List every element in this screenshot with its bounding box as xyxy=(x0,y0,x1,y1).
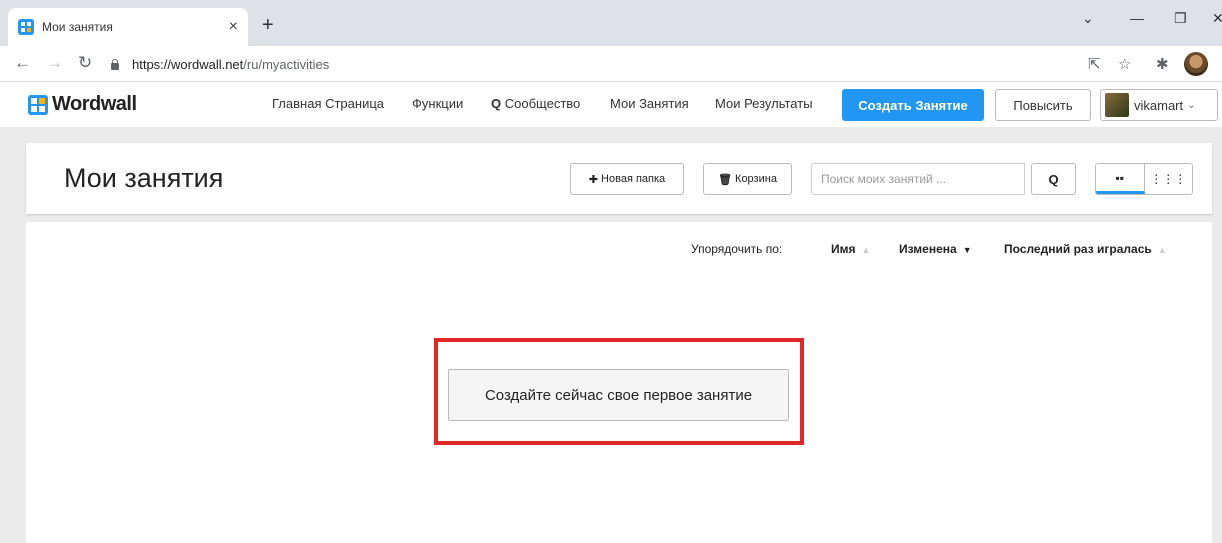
wordwall-favicon-icon xyxy=(18,19,34,35)
search-icon: Q xyxy=(1048,171,1059,187)
sort-up-icon: ▲ xyxy=(861,245,871,255)
view-toggle: ▪▪ ⋮⋮⋮ xyxy=(1095,163,1193,195)
nav-home[interactable]: Главная Страница xyxy=(272,96,384,111)
new-folder-button[interactable]: ✚ Новая папка xyxy=(570,163,684,195)
search-icon: Q xyxy=(491,96,502,111)
nav-community[interactable]: Q Сообщество xyxy=(491,96,580,111)
new-tab-icon[interactable]: + xyxy=(262,14,274,37)
chevron-down-icon: ⌄ xyxy=(1187,99,1196,111)
back-icon[interactable]: ← xyxy=(14,53,31,73)
activities-header-card: Мои занятия ✚ Новая папка 🗑 Корзина Поис… xyxy=(26,143,1212,214)
minimize-icon[interactable]: — xyxy=(1130,10,1144,26)
user-menu[interactable]: vikamart ⌄ xyxy=(1100,89,1218,121)
create-first-activity-button[interactable]: Создайте сейчас свое первое занятие xyxy=(448,369,789,421)
restore-icon[interactable]: ❐ xyxy=(1174,10,1187,27)
trash-button[interactable]: 🗑 Корзина xyxy=(703,163,792,195)
close-tab-icon[interactable]: × xyxy=(229,18,238,36)
browser-toolbar: ← → ↻ https://wordwall.net /ru/myactivit… xyxy=(0,46,1222,82)
url-host: https://wordwall.net xyxy=(132,56,244,72)
extensions-icon[interactable]: ✱ xyxy=(1156,55,1169,73)
grid-small-icon: ⋮⋮⋮ xyxy=(1150,172,1187,186)
reload-icon[interactable]: ↻ xyxy=(78,53,92,73)
trash-icon: 🗑 xyxy=(718,173,733,186)
grid-large-icon: ▪▪ xyxy=(1115,170,1124,185)
avatar xyxy=(1105,93,1129,117)
site-header: Wordwall Главная Страница Функции Q Сооб… xyxy=(0,82,1222,127)
sort-by-name[interactable]: Имя ▲ xyxy=(831,242,870,256)
chevron-down-icon[interactable]: ⌄ xyxy=(1082,10,1094,27)
nav-my-results[interactable]: Мои Результаты xyxy=(715,96,813,111)
wordwall-logo-icon xyxy=(28,94,48,115)
sort-by-last-played[interactable]: Последний раз игралась ▲ xyxy=(1004,242,1167,256)
lock-icon xyxy=(110,58,120,70)
url-path: /ru/myactivities xyxy=(243,56,330,72)
share-icon[interactable]: ⇱ xyxy=(1088,55,1101,73)
plus-icon: ✚ xyxy=(588,173,599,186)
upgrade-button[interactable]: Повысить xyxy=(995,89,1091,121)
create-activity-button[interactable]: Создать Занятие xyxy=(842,89,984,121)
browser-tabstrip: Мои занятия × + ⌄ — ❐ ✕ xyxy=(0,0,1222,46)
search-input[interactable]: Поиск моих занятий ... xyxy=(811,163,1025,195)
close-window-icon[interactable]: ✕ xyxy=(1212,10,1222,27)
nav-my-activities[interactable]: Мои Занятия xyxy=(610,96,689,111)
forward-icon[interactable]: → xyxy=(46,53,63,73)
large-grid-view-button[interactable]: ▪▪ xyxy=(1096,164,1145,194)
username: vikamart xyxy=(1134,97,1184,113)
sort-label: Упорядочить по: xyxy=(691,242,783,256)
wordwall-logo[interactable]: Wordwall xyxy=(28,93,137,116)
bookmark-star-icon[interactable]: ☆ xyxy=(1118,55,1131,73)
page-title: Мои занятия xyxy=(64,163,224,193)
browser-profile-avatar[interactable] xyxy=(1184,52,1208,76)
sort-down-icon: ▼ xyxy=(962,245,972,255)
browser-tab[interactable]: Мои занятия × xyxy=(8,8,248,46)
tab-title: Мои занятия xyxy=(42,20,113,34)
sort-up-icon: ▲ xyxy=(1157,245,1167,255)
nav-features[interactable]: Функции xyxy=(412,96,463,111)
sort-by-modified[interactable]: Изменена ▼ xyxy=(899,242,972,256)
address-bar[interactable]: https://wordwall.net /ru/myactivities xyxy=(110,50,1110,78)
small-grid-view-button[interactable]: ⋮⋮⋮ xyxy=(1145,164,1193,194)
search-button[interactable]: Q xyxy=(1031,163,1076,195)
